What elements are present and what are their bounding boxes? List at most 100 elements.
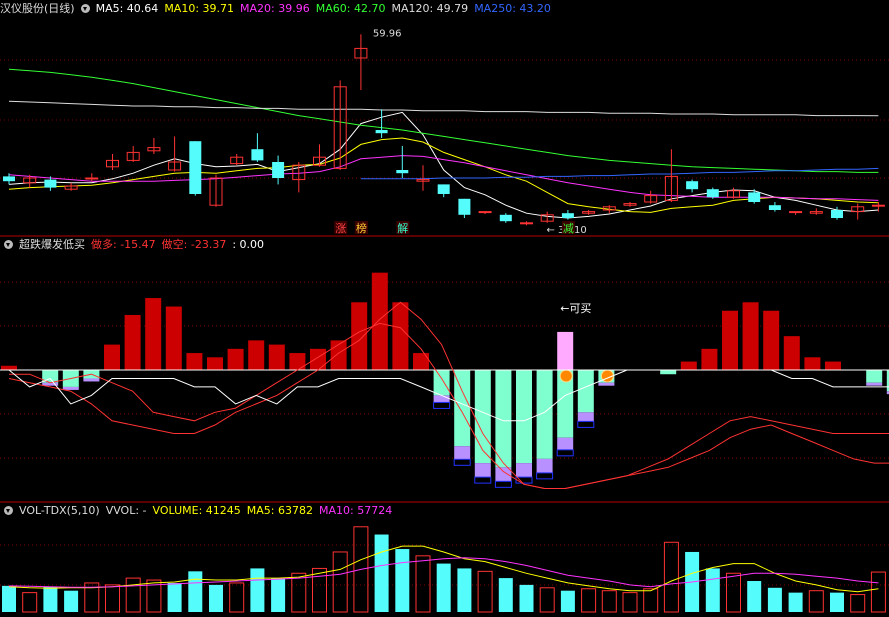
volume-bar bbox=[436, 563, 451, 612]
indicator-legend-1: 做空: -23.37 bbox=[161, 238, 227, 251]
ma-line-MA250 bbox=[360, 167, 879, 180]
signal-label: 解 bbox=[397, 221, 408, 235]
indicator-legend-0: 做多: -15.47 bbox=[91, 238, 156, 251]
candle-body bbox=[437, 184, 450, 194]
indicator-bar bbox=[516, 370, 532, 464]
candle-body bbox=[748, 192, 761, 202]
indicator-bar-tail bbox=[577, 412, 594, 422]
candle-body bbox=[251, 149, 264, 161]
indicator-bar bbox=[577, 370, 594, 413]
candle-body bbox=[520, 222, 533, 225]
indicator-bar bbox=[186, 353, 203, 370]
chart-stage: 59.96← 36.10涨榜解减←可买 汉仪股份(日线)MA5: 40.64MA… bbox=[0, 0, 889, 613]
indicator-bar-tail bbox=[516, 463, 532, 478]
signal-label: 榜 bbox=[356, 221, 367, 235]
indicator-bar bbox=[433, 370, 450, 396]
indicator-bar bbox=[763, 310, 780, 370]
volume-bar bbox=[415, 555, 431, 613]
volume-panel-header: VOL-TDX(5,10) VVOL: - VOLUME: 41245 MA5: 63… bbox=[0, 502, 404, 520]
volume-bar bbox=[125, 577, 141, 613]
candle-body bbox=[789, 211, 803, 214]
volume-bar bbox=[643, 588, 659, 613]
volume-bar bbox=[229, 582, 245, 613]
ma-line-MA10 bbox=[8, 137, 879, 213]
chevron-down-icon[interactable] bbox=[4, 240, 13, 249]
candle-body bbox=[871, 204, 885, 207]
volume-bar bbox=[830, 592, 844, 612]
indicator-bar-tail bbox=[536, 458, 553, 473]
volume-bar bbox=[788, 592, 803, 612]
volume-bar bbox=[663, 541, 679, 613]
stock-title: 汉仪股份(日线) bbox=[0, 2, 75, 15]
volume-bar bbox=[560, 590, 575, 612]
candle-body bbox=[561, 213, 574, 218]
volume-bar bbox=[43, 586, 58, 612]
volume-bar bbox=[209, 584, 223, 612]
volume-bar bbox=[498, 578, 513, 612]
indicator-bar bbox=[783, 336, 800, 370]
ma-line-MA120 bbox=[8, 100, 879, 117]
candle-body bbox=[44, 179, 57, 188]
volume-bar bbox=[250, 568, 265, 612]
volume-bar bbox=[2, 585, 16, 612]
indicator-bar bbox=[104, 344, 120, 370]
indicator-bar bbox=[392, 302, 409, 370]
indicator-highlight-bar bbox=[557, 331, 574, 370]
volume-bar bbox=[395, 549, 410, 612]
candle-body bbox=[706, 189, 719, 198]
indicator-bar bbox=[804, 357, 821, 370]
buy-annotation: ←可买 bbox=[560, 302, 591, 315]
candle-body bbox=[458, 198, 471, 215]
candle-body bbox=[499, 214, 512, 222]
indicator-bar-tail bbox=[83, 378, 100, 382]
signal-label: 减 bbox=[563, 222, 574, 235]
indicator-bar bbox=[722, 310, 738, 370]
volume-bar bbox=[457, 568, 472, 612]
candle-body bbox=[396, 170, 409, 174]
volume-bar bbox=[850, 594, 866, 613]
candle-body bbox=[189, 141, 202, 194]
ma-legend-5: MA250: 43.20 bbox=[474, 2, 551, 15]
candle-body bbox=[768, 205, 781, 210]
volume-bar bbox=[167, 582, 182, 612]
volume-bar bbox=[726, 572, 741, 613]
volume-legend-3: MA10: 57724 bbox=[319, 504, 393, 517]
volume-bar bbox=[291, 572, 307, 613]
indicator-bar-tail bbox=[474, 463, 491, 478]
ma-legend-1: MA10: 39.71 bbox=[164, 2, 235, 15]
ma-legend-3: MA60: 42.70 bbox=[315, 2, 386, 15]
main-panel-header: 汉仪股份(日线) MA5: 40.64 MA10: 39.71 MA20: 39.96… bbox=[0, 0, 563, 18]
volume-bar bbox=[374, 534, 389, 612]
candle-body bbox=[686, 181, 699, 190]
candle-body bbox=[831, 210, 843, 218]
indicator-bar-tail bbox=[454, 446, 471, 460]
chevron-down-icon[interactable] bbox=[4, 506, 13, 515]
volume-bar bbox=[622, 592, 638, 613]
volume-title: VOL-TDX(5,10) bbox=[19, 504, 100, 517]
indicator-bar bbox=[165, 306, 182, 370]
volume-bar bbox=[747, 581, 762, 612]
indicator-bar bbox=[474, 370, 491, 464]
indicator-bar bbox=[1, 365, 17, 370]
volume-bar bbox=[705, 568, 720, 612]
ma-line-MA5 bbox=[8, 111, 879, 219]
indicator-bar bbox=[227, 348, 244, 370]
chart-canvas: 59.96← 36.10涨榜解减←可买 bbox=[0, 28, 889, 613]
signal-label: 涨 bbox=[335, 222, 346, 235]
indicator-bar-tail bbox=[433, 395, 450, 403]
indicator-bar bbox=[825, 361, 841, 370]
high-price-label: 59.96 bbox=[373, 28, 402, 39]
volume-bar bbox=[105, 584, 120, 613]
indicator-bar bbox=[124, 314, 141, 370]
indicator-bar bbox=[701, 348, 718, 370]
indicator-bar-tail bbox=[453, 458, 471, 466]
indicator-bar bbox=[413, 353, 429, 370]
indicator-bar bbox=[207, 357, 223, 370]
indicator-bar-tail bbox=[598, 382, 615, 386]
indicator-bar bbox=[742, 302, 759, 370]
indicator-bar bbox=[454, 370, 471, 447]
indicator-bar-tail bbox=[866, 382, 883, 386]
chevron-down-icon[interactable] bbox=[80, 4, 90, 13]
indicator-bar bbox=[660, 370, 677, 375]
ma-legend-0: MA5: 40.64 bbox=[95, 2, 159, 15]
